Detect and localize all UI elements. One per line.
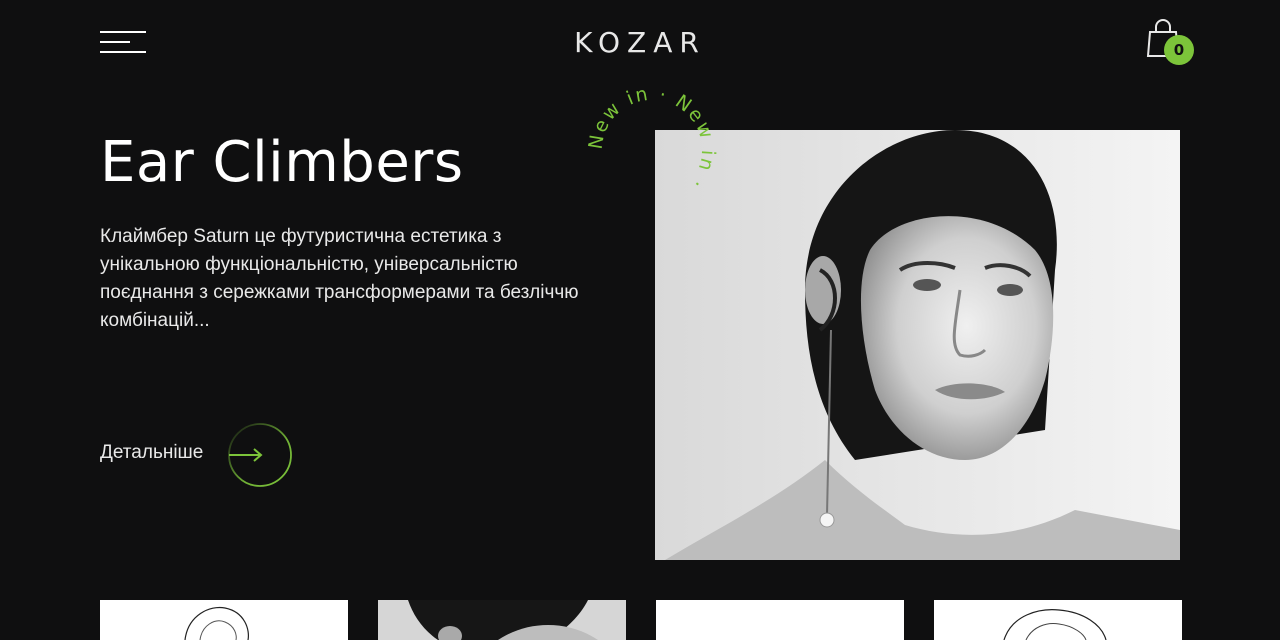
product-card[interactable]: [378, 600, 626, 640]
arrow-right-icon: [228, 423, 292, 487]
hero-description-line: комбінацій...: [100, 310, 210, 331]
details-label: Детальніше: [100, 442, 204, 463]
hero-model-photo: [655, 130, 1180, 560]
svg-text:New in · New in ·: New in · New in ·: [585, 83, 720, 195]
hero-description-line: поєднання з сережками трансформерами та …: [100, 282, 579, 303]
product-card[interactable]: [934, 600, 1182, 640]
site-header: KOZAR 0: [0, 0, 1280, 84]
hero-description-line: Клаймбер Saturn це футуристична естетика…: [100, 226, 502, 247]
badge-text: New in · New in ·: [585, 83, 718, 195]
details-button[interactable]: Детальніше: [100, 422, 300, 488]
product-card[interactable]: [656, 600, 904, 640]
cart-button[interactable]: 0: [1146, 18, 1198, 70]
new-in-badge: New in · New in ·: [585, 83, 720, 195]
brand-logo[interactable]: KOZAR: [0, 26, 1280, 59]
cart-count-badge: 0: [1164, 35, 1194, 65]
product-grid: [0, 600, 1280, 640]
product-card[interactable]: [100, 600, 348, 640]
hero-description-line: унікальною функціональністю, універсальн…: [100, 254, 518, 275]
hero-description: Клаймбер Saturn це футуристична естетика…: [100, 223, 640, 335]
hero-title: Ear Climbers: [100, 130, 464, 195]
